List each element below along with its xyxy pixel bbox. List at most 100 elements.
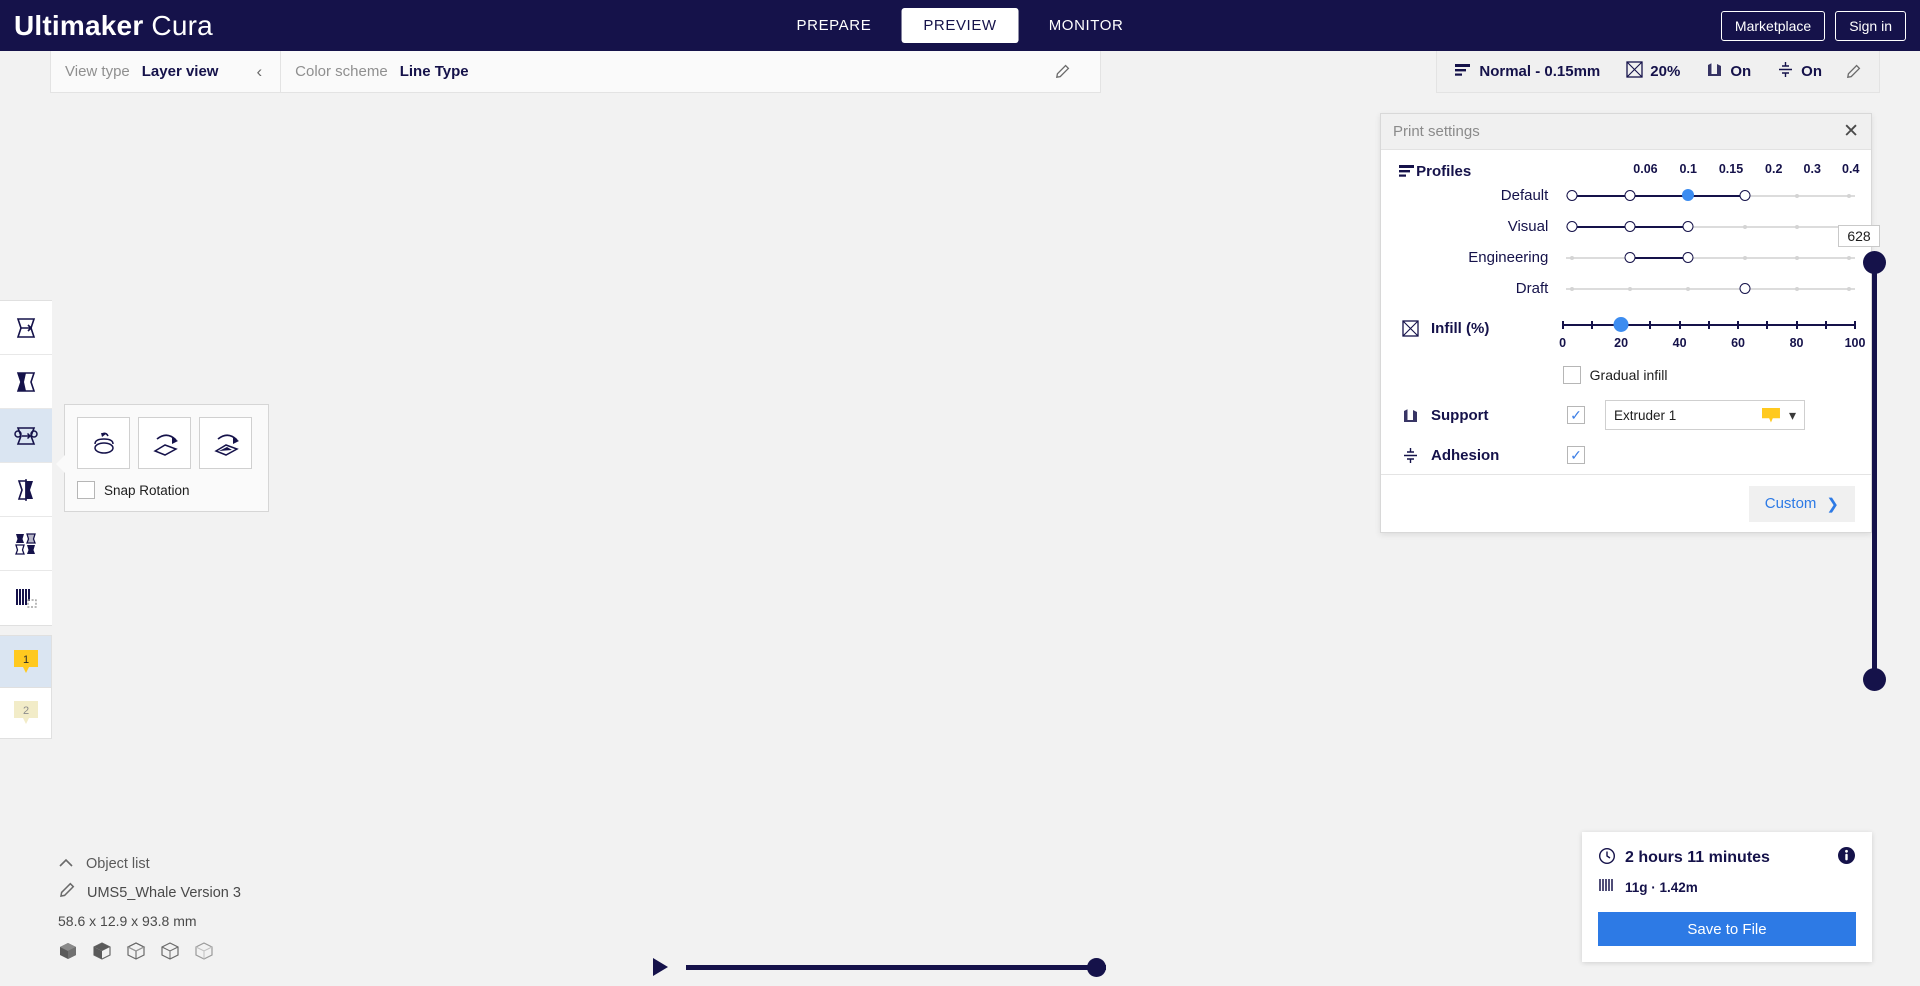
tab-preview[interactable]: PREVIEW (901, 8, 1019, 43)
adhesion-checkbox[interactable] (1567, 446, 1585, 464)
scale-tool[interactable] (0, 355, 52, 409)
profile-dot[interactable] (1739, 189, 1751, 201)
extruder-button-1[interactable]: 1 (0, 635, 52, 687)
layer-slider-track[interactable] (1872, 261, 1877, 681)
infill-tick (1561, 321, 1564, 329)
play-icon[interactable] (650, 956, 670, 978)
per-model-settings-tool[interactable] (0, 517, 52, 571)
slider-fill (1572, 194, 1746, 197)
tab-prepare[interactable]: PREPARE (775, 8, 894, 43)
sign-in-button[interactable]: Sign in (1835, 10, 1906, 41)
profile-slider-default[interactable] (1566, 186, 1855, 206)
setup-profile[interactable]: Normal - 0.15mm (1443, 62, 1611, 82)
infill-slider[interactable] (1561, 317, 1856, 332)
path-slider[interactable] (686, 956, 1106, 978)
object-list-item[interactable]: UMS5_Whale Version 3 (58, 882, 241, 904)
infill-slider-group: 0 20 40 60 80 100 Gradual infill (1559, 317, 1865, 384)
profile-tick-0-15: 0.15 (1718, 162, 1744, 176)
solid-cube-icon[interactable] (58, 941, 78, 966)
object-name: UMS5_Whale Version 3 (87, 885, 241, 901)
support-blocker-tool[interactable] (0, 571, 52, 625)
custom-settings-button[interactable]: Custom ❯ (1748, 485, 1855, 522)
setup-adhesion[interactable]: On (1766, 61, 1833, 82)
layer-slider-lower-handle[interactable] (1863, 668, 1886, 691)
infill-tick (1678, 321, 1681, 329)
extruder-button-2[interactable]: 2 (0, 687, 52, 739)
half-cube-icon[interactable] (92, 941, 112, 966)
snap-rotation-row[interactable]: Snap Rotation (77, 481, 256, 499)
layer-slider-upper-handle[interactable] (1863, 251, 1886, 274)
profile-sliders: Default Visual Engineering Draft (1397, 180, 1855, 304)
infill-tick-label-80: 80 (1789, 336, 1804, 350)
support-icon (1397, 407, 1423, 424)
support-section: Support Extruder 1 ▾ (1397, 400, 1855, 430)
profile-dot[interactable] (1566, 189, 1578, 201)
profile-slider-engineering[interactable] (1566, 248, 1855, 268)
object-list-header[interactable]: Object list (58, 855, 241, 873)
tab-monitor[interactable]: MONITOR (1027, 8, 1146, 43)
view-type-selector[interactable]: View type Layer view ‹ (51, 51, 280, 92)
setup-adhesion-value: On (1801, 63, 1822, 80)
material-value: 11g · 1.42m (1625, 880, 1698, 895)
view-settings-bar: View type Layer view ‹ Color scheme Line… (50, 51, 1102, 93)
chevron-down-icon[interactable]: ▾ (1789, 407, 1796, 424)
path-slider-handle[interactable] (1087, 958, 1106, 977)
setup-infill[interactable]: 20% (1615, 61, 1691, 82)
profile-dot (1627, 286, 1632, 291)
adhesion-icon (1397, 447, 1423, 464)
infill-tick-label-0: 0 (1559, 336, 1567, 350)
setup-support-value: On (1730, 63, 1752, 80)
rotate-tool[interactable] (0, 409, 52, 463)
close-icon[interactable]: ✕ (1843, 122, 1859, 141)
infill-slider-handle[interactable] (1613, 317, 1629, 332)
xray-cube-icon[interactable] (126, 941, 146, 966)
path-slider-track (686, 965, 1106, 970)
setup-support[interactable]: On (1695, 61, 1762, 82)
reset-rotation-button[interactable] (77, 417, 130, 469)
profile-tick-0-2: 0.2 (1765, 162, 1783, 176)
profile-dot[interactable] (1624, 220, 1636, 232)
mirror-tool[interactable] (0, 463, 52, 517)
profile-tick-labels: 0.06 0.1 0.15 0.2 0.3 0.4 (1633, 162, 1859, 180)
profile-slider-visual[interactable] (1566, 217, 1855, 237)
filament-icon (1598, 877, 1616, 898)
view-mode-icons (58, 941, 241, 966)
profile-dot[interactable] (1681, 189, 1694, 201)
extruder-1-label: 1 (22, 654, 28, 666)
profile-dot[interactable] (1739, 282, 1751, 294)
profile-dot[interactable] (1624, 189, 1636, 201)
lay-flat-button[interactable] (138, 417, 191, 469)
wire-cube-icon[interactable] (160, 941, 180, 966)
color-scheme-selector[interactable]: Color scheme Line Type (280, 51, 1100, 92)
gradual-infill-checkbox[interactable] (1562, 366, 1581, 384)
profile-slider-draft[interactable] (1566, 279, 1855, 299)
profile-dot[interactable] (1624, 251, 1636, 263)
profile-dot[interactable] (1566, 220, 1578, 232)
pencil-icon[interactable] (1038, 64, 1086, 80)
gradual-infill-row[interactable]: Gradual infill (1562, 366, 1855, 384)
layer-slider[interactable]: 628 (1838, 225, 1904, 691)
chevron-up-icon[interactable] (58, 855, 74, 873)
marketplace-button[interactable]: Marketplace (1720, 10, 1826, 41)
profile-name-default: Default (1500, 187, 1549, 204)
snap-rotation-checkbox[interactable] (77, 481, 95, 499)
setup-edit-pencil-icon[interactable] (1837, 64, 1873, 80)
extruder-2-label: 2 (22, 705, 28, 717)
print-setup-bar: Normal - 0.15mm 20% On On (1436, 51, 1880, 93)
move-tool[interactable] (0, 301, 52, 355)
cura-application: Ultimaker Cura PREPARE PREVIEW MONITOR M… (0, 0, 1920, 986)
slider-base (1566, 256, 1855, 259)
titlebar-actions: Marketplace Sign in (1720, 10, 1906, 41)
infill-label-group: Infill (%) (1397, 318, 1563, 384)
print-settings-panel: Print settings ✕ Profiles 0.06 0.1 0.15 0.2… (1380, 113, 1872, 533)
info-icon[interactable] (1837, 846, 1856, 870)
profile-dot[interactable] (1682, 251, 1694, 263)
save-to-file-button[interactable]: Save to File (1598, 912, 1856, 946)
chevron-left-icon[interactable]: ‹ (256, 62, 262, 82)
align-face-button[interactable] (199, 417, 252, 469)
profile-dot[interactable] (1682, 220, 1694, 232)
support-checkbox[interactable] (1567, 406, 1585, 424)
custom-label: Custom (1764, 495, 1817, 512)
support-extruder-select[interactable]: Extruder 1 ▾ (1605, 400, 1805, 430)
outline-cube-icon[interactable] (194, 941, 214, 966)
